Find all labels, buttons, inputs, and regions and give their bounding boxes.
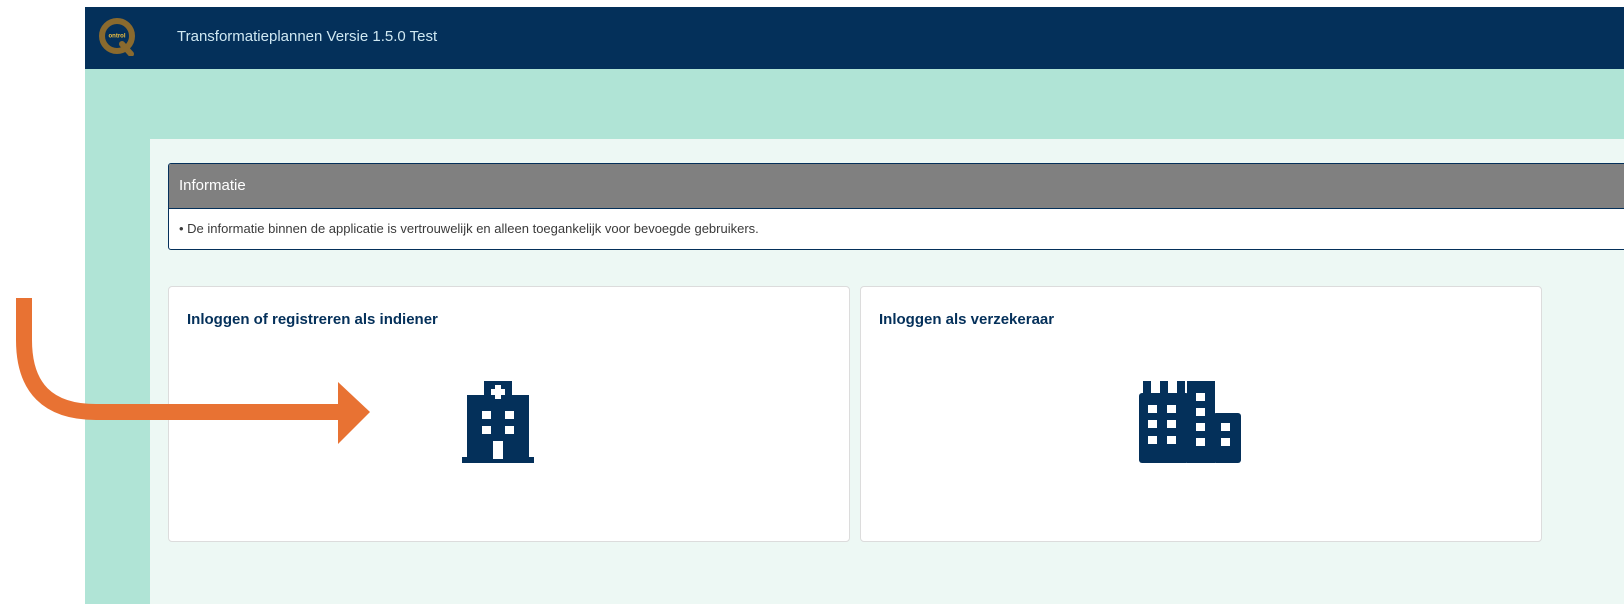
main-content: Informatie • De informatie binnen de app… <box>150 139 1624 604</box>
card-login-indiener[interactable]: Inloggen of registreren als indiener <box>168 286 850 542</box>
card-title-indiener: Inloggen of registreren als indiener <box>187 311 438 328</box>
card-title-verzekeraar: Inloggen als verzekeraar <box>879 311 1055 328</box>
app-title: Transformatieplannen Versie 1.5.0 Test <box>177 28 438 45</box>
info-panel-title: Informatie <box>169 164 1624 209</box>
logo-text: ontrol <box>109 34 126 40</box>
qontrol-logo[interactable]: ontrol <box>98 18 136 56</box>
app-window: ontrol Transformatieplannen Versie 1.5.0… <box>85 7 1624 604</box>
top-bar: ontrol Transformatieplannen Versie 1.5.0… <box>85 7 1624 69</box>
building-icon[interactable] <box>1139 381 1241 463</box>
hospital-icon[interactable] <box>462 381 534 463</box>
card-login-verzekeraar[interactable]: Inloggen als verzekeraar <box>860 286 1542 542</box>
info-panel-text: • De informatie binnen de applicatie is … <box>179 221 759 236</box>
info-panel: Informatie • De informatie binnen de app… <box>168 163 1624 250</box>
